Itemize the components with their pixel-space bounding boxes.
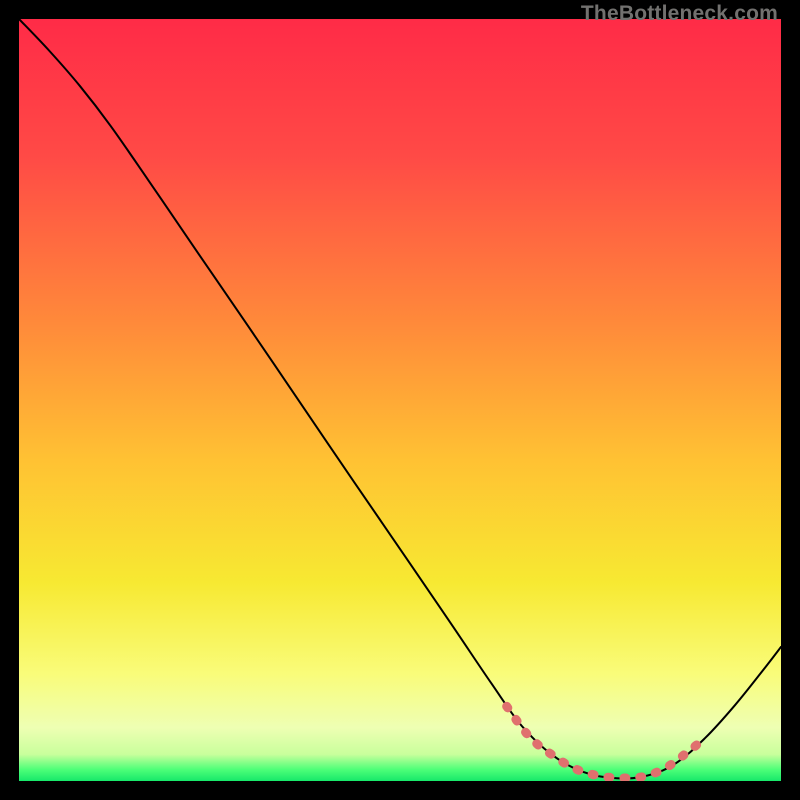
bottleneck-chart [19,19,781,781]
gradient-background [19,19,781,781]
watermark-text: TheBottleneck.com [581,2,778,26]
chart-frame [19,19,781,781]
